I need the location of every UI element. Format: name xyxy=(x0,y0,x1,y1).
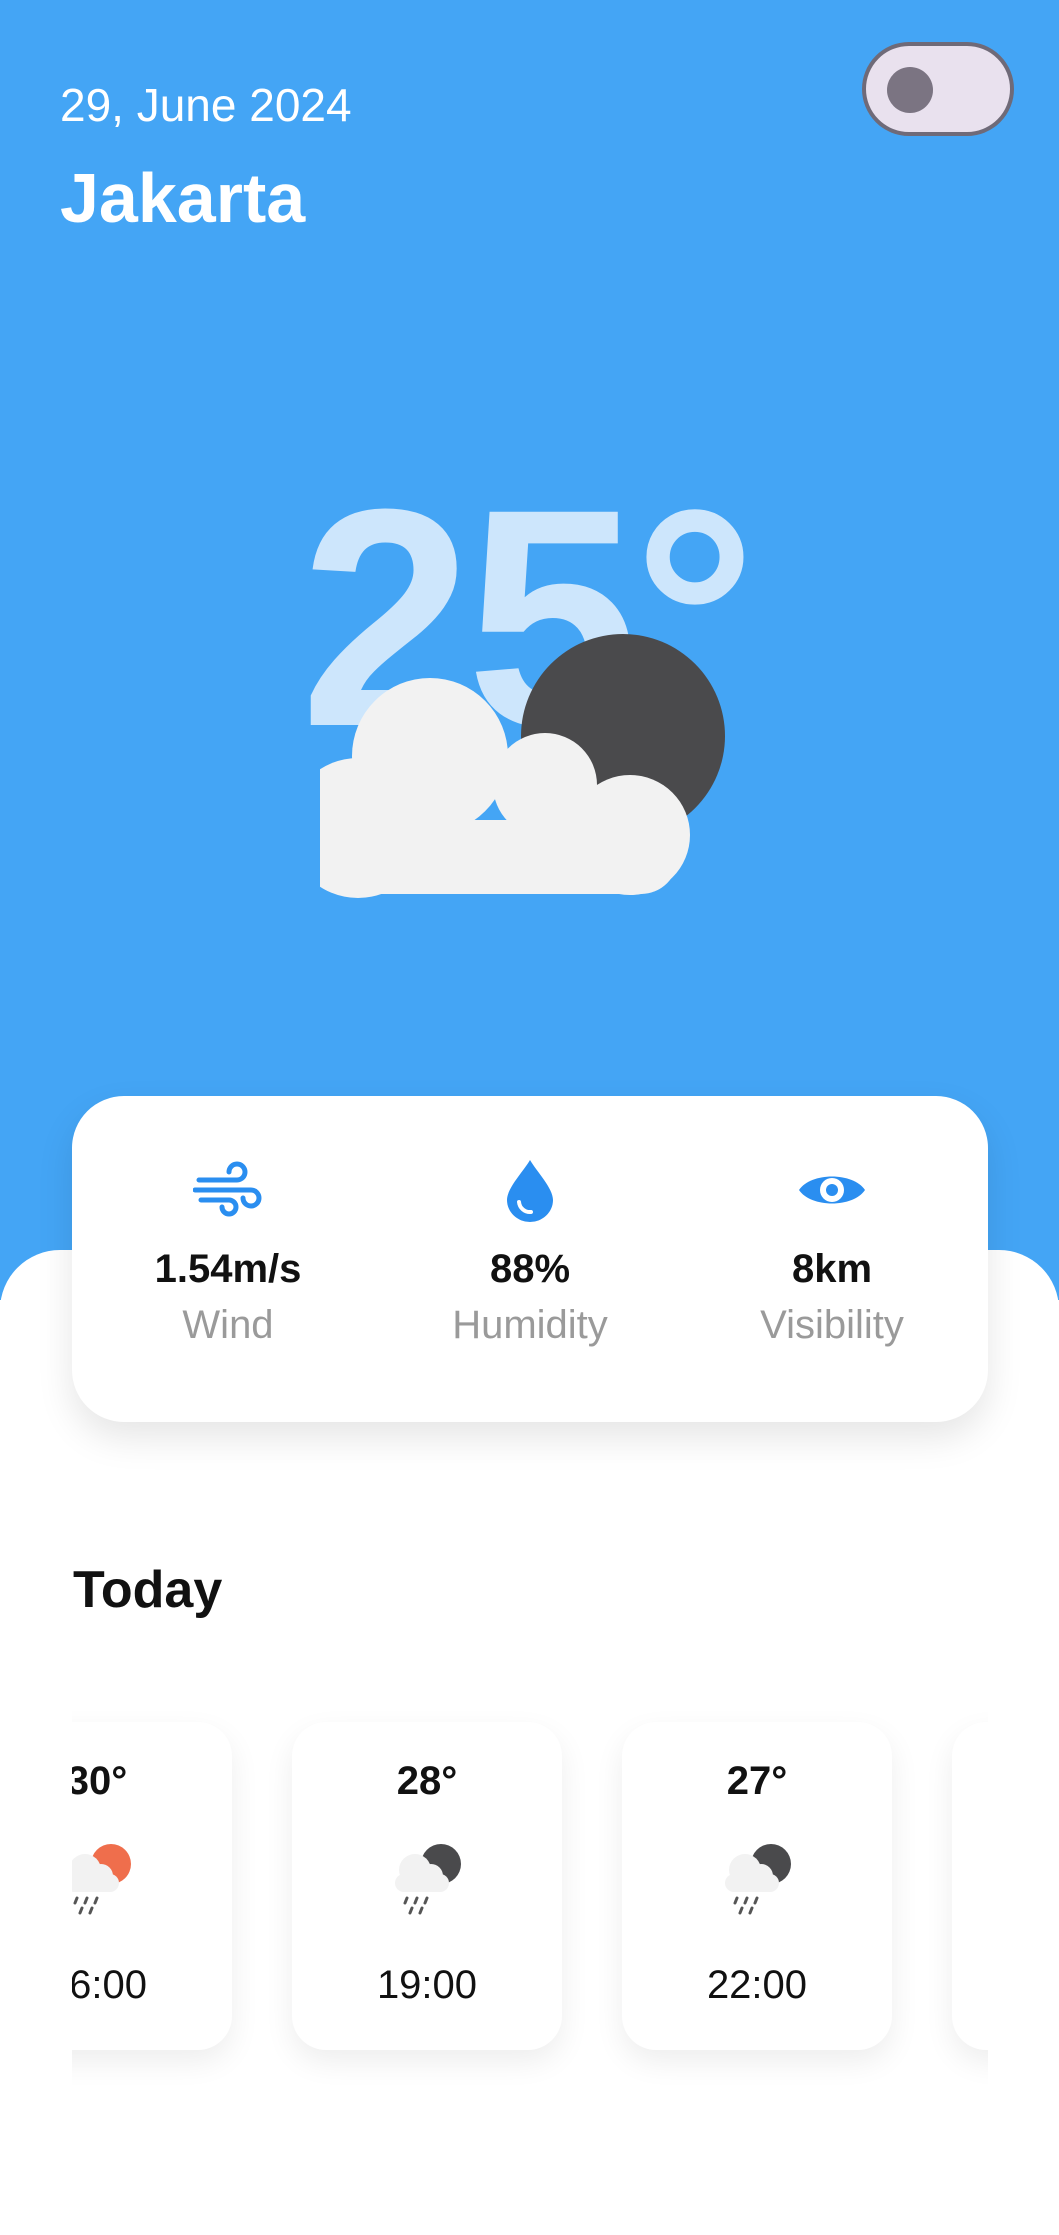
wind-icon xyxy=(193,1161,262,1217)
toggle-knob xyxy=(887,67,933,113)
rain-sun-icon xyxy=(72,1844,131,1915)
hour-temperature: 28° xyxy=(396,1759,458,1803)
city-name: Jakarta xyxy=(60,159,306,237)
wind-value: 1.54m/s xyxy=(154,1247,302,1291)
hour-time: 22:00 xyxy=(706,1963,808,2007)
visibility-label: Visibility xyxy=(760,1303,904,1347)
visibility-value: 8km xyxy=(791,1247,873,1291)
theme-toggle[interactable] xyxy=(862,42,1014,136)
humidity-label: Humidity xyxy=(452,1303,608,1347)
hourly-forecast-list[interactable]: 30° 16:00 28° 19:00 27° xyxy=(72,1690,988,2110)
hour-card[interactable]: 28° 19:00 xyxy=(292,1722,562,2050)
hour-time: 19:00 xyxy=(376,1963,478,2007)
wind-label: Wind xyxy=(182,1303,274,1347)
hour-card[interactable]: 27° 22:00 xyxy=(622,1722,892,2050)
hour-card[interactable] xyxy=(952,1722,988,2050)
stat-humidity: 88% Humidity xyxy=(400,1158,660,1348)
rain-night-icon xyxy=(395,1844,461,1915)
eye-icon xyxy=(799,1176,865,1204)
today-section-title: Today xyxy=(73,1561,223,1619)
water-drop-icon xyxy=(507,1160,553,1222)
hour-temperature: 27° xyxy=(726,1759,788,1803)
stats-card: 1.54m/s Wind 88% Humidity 8km Visibility xyxy=(72,1096,988,1422)
hour-time: 16:00 xyxy=(72,1963,148,2007)
humidity-value: 88% xyxy=(489,1247,571,1291)
hour-card[interactable]: 30° 16:00 xyxy=(72,1722,232,2050)
current-date: 29, June 2024 xyxy=(60,79,352,131)
hour-temperature: 30° xyxy=(72,1759,128,1803)
stat-wind: 1.54m/s Wind xyxy=(98,1158,358,1348)
stat-visibility: 8km Visibility xyxy=(702,1158,962,1348)
cloud-night-icon xyxy=(320,634,725,898)
rain-night-icon xyxy=(725,1844,791,1915)
